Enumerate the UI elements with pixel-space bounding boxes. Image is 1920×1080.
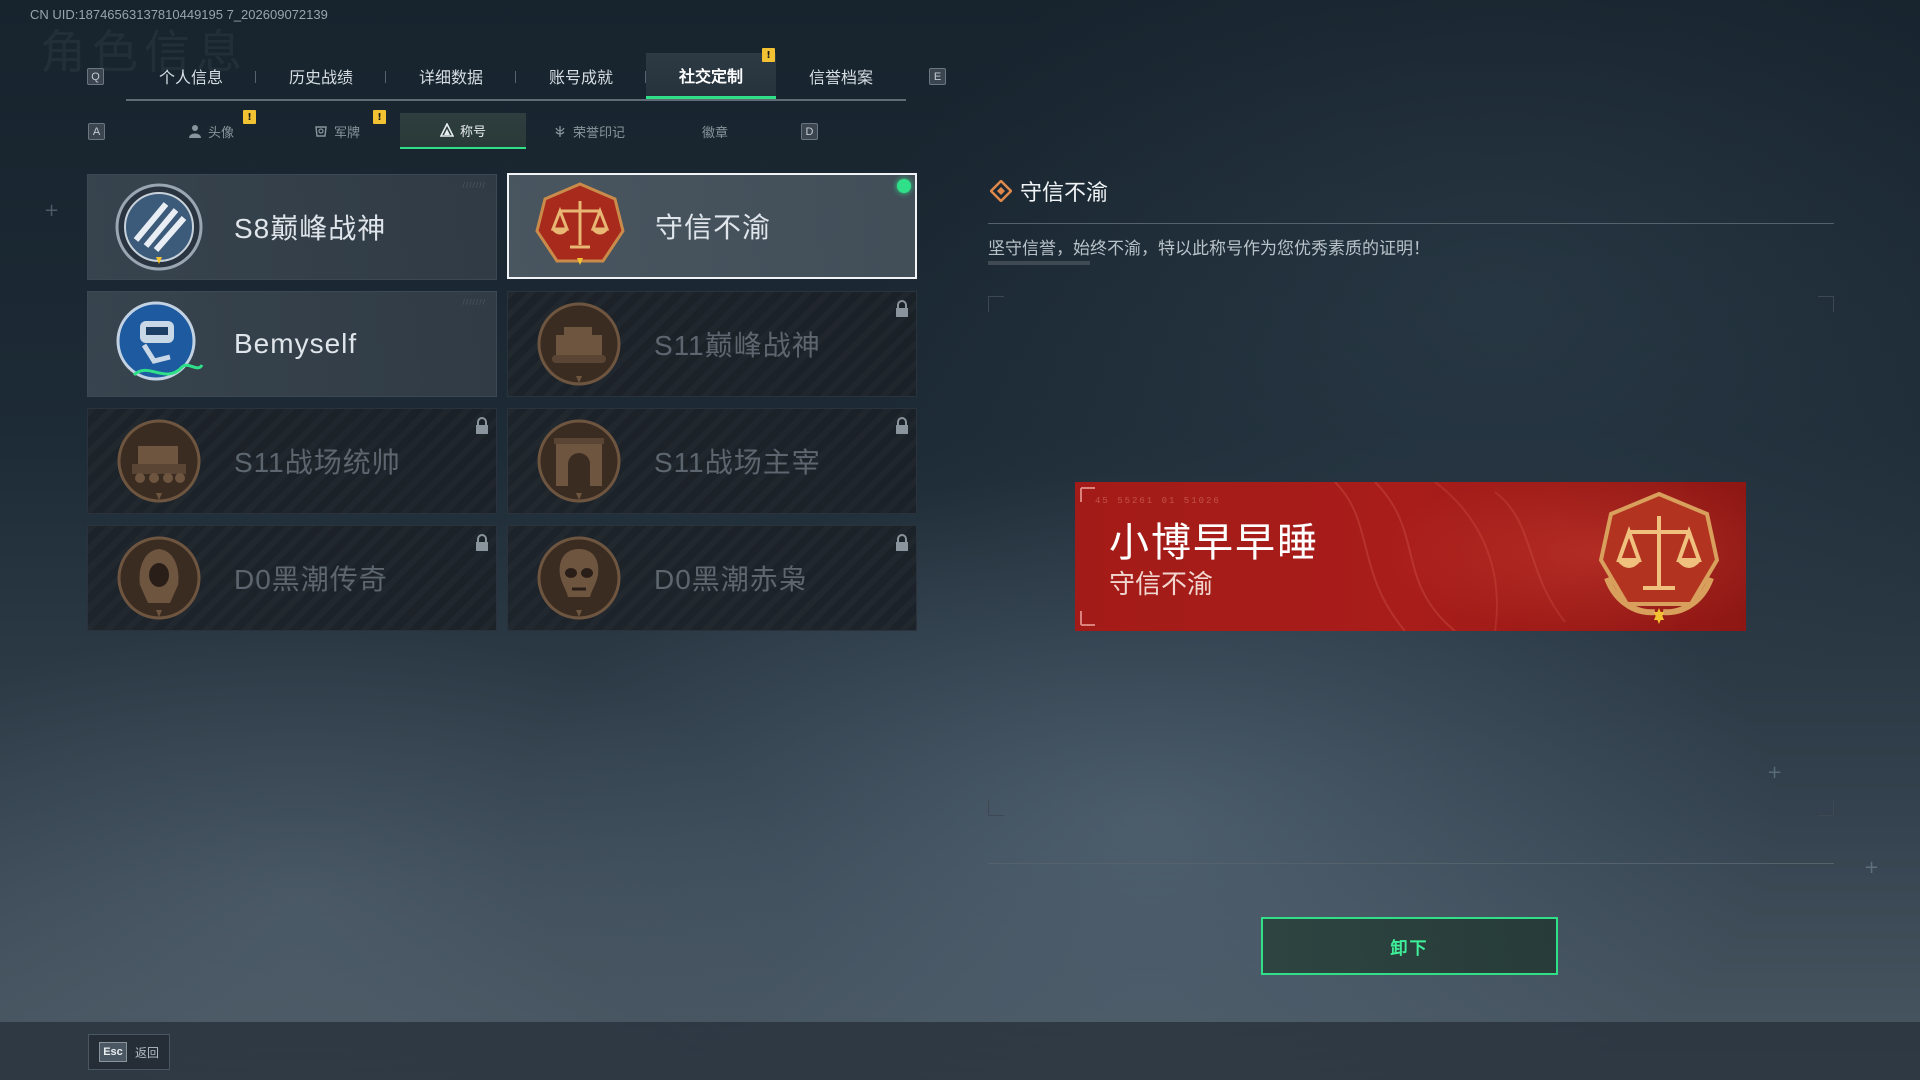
subtab-title[interactable]: 称号: [400, 113, 526, 149]
tab-label: 社交定制: [678, 68, 743, 86]
dogtag-alert-badge: !: [373, 110, 386, 124]
title-card-s11-peak-god[interactable]: S11巅峰战神: [507, 291, 917, 397]
banner-code: 45 55261 01 51026: [1095, 496, 1221, 506]
divider: [988, 863, 1834, 864]
scales-medal-icon: [535, 182, 625, 265]
subtab-label: 荣誉印记: [572, 124, 625, 140]
corner-bracket: [1818, 296, 1834, 312]
title-card-s11-battlefield-dominator[interactable]: S11战场主宰: [507, 408, 917, 514]
tab-match-history[interactable]: 历史战绩: [256, 53, 386, 99]
decorative-bar: [988, 261, 1090, 265]
title-card-d0-black-tide-red-owl[interactable]: D0黑潮赤枭: [507, 525, 917, 631]
lock-icon: [896, 300, 908, 317]
corner-bracket: [988, 800, 1004, 816]
main-tab-bar: 个人信息 历史战绩 详细数据 账号成就 社交定制 信誉档案: [126, 53, 906, 101]
triangle-icon: [439, 123, 454, 137]
title-preview-banner: 45 55261 01 51026 小博早早睡 守信不渝: [1075, 482, 1746, 631]
title-card-s11-battlefield-commander[interactable]: S11战场统帅: [87, 408, 497, 514]
card-decoration: ///////: [462, 298, 486, 306]
prev-subtab-key-hint[interactable]: A: [88, 123, 105, 140]
title-name: Bemyself: [234, 328, 358, 359]
robot-signature-icon: [116, 301, 204, 381]
banner-title: 守信不渝: [1109, 569, 1214, 599]
tab-label: 个人信息: [158, 70, 223, 87]
next-subtab-key-hint[interactable]: D: [801, 123, 818, 140]
divider: [988, 223, 1834, 224]
tab-credit-record[interactable]: 信誉档案: [776, 53, 906, 99]
crosshair-decoration-icon: +: [44, 200, 60, 221]
unequip-button[interactable]: 卸下: [1261, 917, 1558, 975]
esc-key-hint: Esc: [99, 1042, 127, 1062]
lock-icon: [896, 534, 908, 551]
player-uid: CN UID:18746563137810449195 7_2026090721…: [30, 7, 328, 22]
arch-medal-icon: [537, 419, 621, 503]
hooded-figure-medal-icon: [117, 536, 201, 620]
detail-description: 坚守信誉，始终不渝，特以此称号作为您优秀素质的证明！: [988, 239, 1430, 258]
corner-bracket: [988, 296, 1004, 312]
subtab-badge[interactable]: 徽章: [652, 113, 778, 149]
scales-medal-icon: [1598, 491, 1720, 624]
laurel-icon: [555, 126, 565, 137]
diamond-icon: [990, 180, 1012, 202]
title-name: S8巅峰战神: [234, 213, 387, 244]
subtab-label: 徽章: [701, 124, 728, 140]
subtab-label: 头像: [207, 124, 234, 140]
detail-header: 守信不渝: [990, 175, 1108, 207]
title-name: S11巅峰战神: [654, 330, 821, 361]
prev-tab-key-hint[interactable]: Q: [87, 68, 104, 85]
lock-icon: [896, 417, 908, 434]
tab-detailed-data[interactable]: 详细数据: [386, 53, 516, 99]
stripes-medal-icon: [115, 183, 203, 271]
back-label: 返回: [135, 1045, 160, 1060]
crosshair-decoration-icon: +: [1864, 857, 1880, 878]
title-card-s8-peak-god[interactable]: /////// S8巅峰战神: [87, 174, 497, 280]
tab-account-achievements[interactable]: 账号成就: [516, 53, 646, 99]
banner-player-name: 小博早早睡: [1109, 521, 1319, 565]
tab-label: 信誉档案: [808, 70, 873, 87]
lock-icon: [476, 534, 488, 551]
subtab-label: 称号: [459, 123, 486, 139]
tab-personal-info[interactable]: 个人信息: [126, 53, 256, 99]
next-tab-key-hint[interactable]: E: [929, 68, 946, 85]
lock-icon: [476, 417, 488, 434]
person-icon: [188, 125, 201, 138]
avatar-alert-badge: !: [243, 110, 256, 124]
corner-bracket: [1818, 800, 1834, 816]
back-button[interactable]: Esc 返回: [88, 1034, 170, 1070]
title-name: D0黑潮赤枭: [654, 564, 808, 595]
title-card-bemyself[interactable]: /////// Bemyself: [87, 291, 497, 397]
equipped-indicator: [897, 179, 911, 193]
crosshair-decoration-icon: +: [1767, 762, 1783, 783]
tab-label: 账号成就: [548, 70, 613, 87]
detail-title: 守信不渝: [1020, 180, 1109, 205]
tab-label: 详细数据: [418, 70, 483, 87]
title-name: S11战场主宰: [654, 447, 821, 478]
tab-label: 历史战绩: [288, 70, 353, 87]
tab-social-customization[interactable]: 社交定制: [646, 53, 776, 99]
vehicle-medal-icon: [117, 419, 201, 503]
title-card-keep-faith[interactable]: 守信不渝: [507, 173, 917, 279]
subtab-label: 军牌: [333, 124, 360, 140]
footer-bar: [0, 1022, 1920, 1080]
social-tab-alert-badge: !: [762, 48, 775, 62]
title-name: D0黑潮传奇: [234, 564, 388, 595]
skull-medal-icon: [537, 536, 621, 620]
title-card-d0-black-tide-legend[interactable]: D0黑潮传奇: [87, 525, 497, 631]
tank-medal-icon: [537, 302, 621, 386]
title-name: S11战场统帅: [234, 447, 401, 478]
dogtag-icon: [315, 126, 327, 137]
title-name: 守信不渝: [655, 212, 772, 243]
subtab-honor-mark[interactable]: 荣誉印记: [526, 113, 652, 149]
card-decoration: ///////: [462, 181, 486, 189]
